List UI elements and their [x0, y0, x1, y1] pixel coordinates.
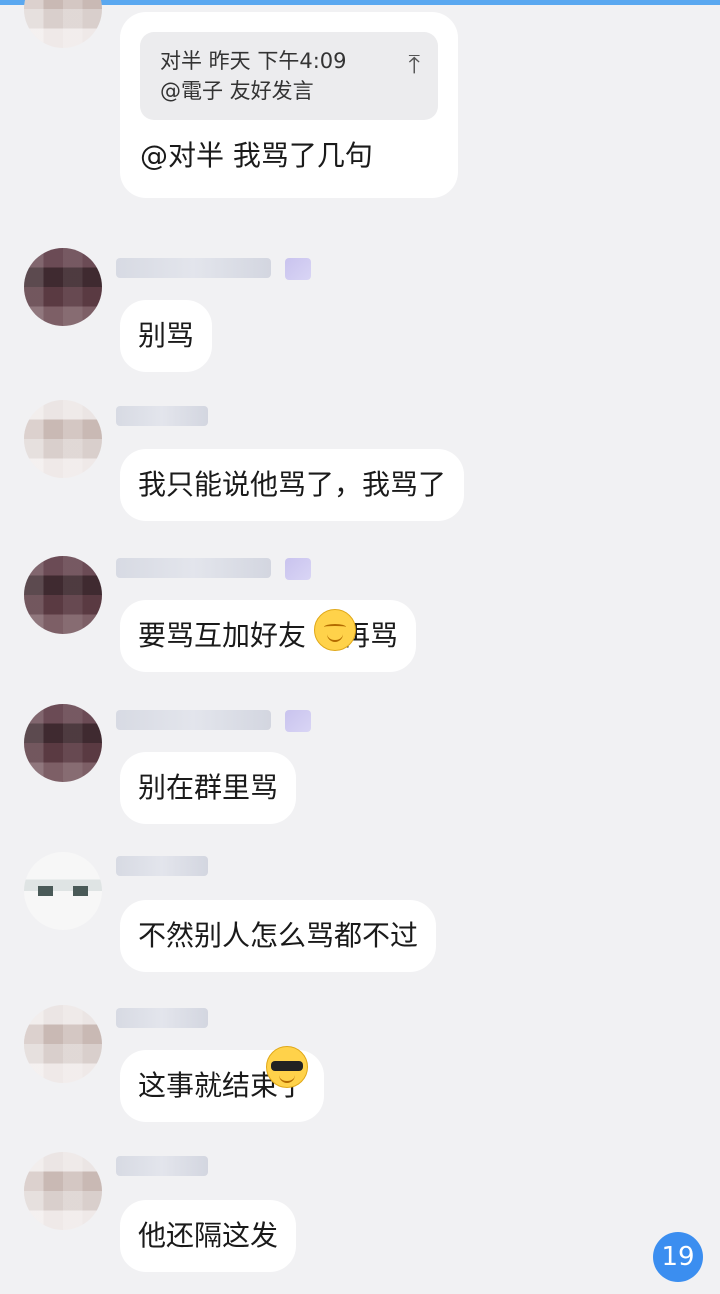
sender-name-blurred — [116, 406, 208, 426]
sunglasses-emoji-icon — [266, 1046, 308, 1088]
message-bubble[interactable]: 不然别人怎么骂都不过 — [120, 900, 437, 972]
sender-name-blurred — [116, 558, 271, 578]
sender-name-blurred — [116, 1008, 208, 1028]
message-bubble[interactable]: 要骂互加好友 再骂 — [120, 600, 417, 672]
sender-name-blurred — [116, 258, 271, 278]
message-bubble[interactable]: 我只能说他骂了，我骂了 — [120, 449, 465, 521]
jump-to-original-icon[interactable]: ⤒ — [409, 50, 421, 80]
message-text: 他还隔这发 — [138, 1219, 279, 1252]
unread-count-badge[interactable]: 19 — [653, 1232, 703, 1282]
message-text: 我只能说他骂了，我骂了 — [138, 468, 447, 501]
smile-emoji-icon — [314, 609, 356, 651]
reply-quoted-text: @電子 友好发言 — [160, 79, 314, 103]
message-text: 要骂互加好友 — [138, 619, 307, 652]
avatar[interactable] — [24, 1005, 102, 1083]
sender-name-blurred — [116, 710, 271, 730]
level-badge-blurred — [285, 258, 311, 280]
avatar[interactable] — [24, 400, 102, 478]
avatar[interactable] — [24, 556, 102, 634]
message-bubble[interactable]: 别骂 — [120, 300, 213, 372]
message-text: @对半 我骂了几句 — [140, 139, 373, 172]
sender-name-blurred — [116, 856, 208, 876]
reply-header: 对半 昨天 下午4:09 — [160, 49, 347, 73]
level-badge-blurred — [285, 558, 311, 580]
message-text: 别骂 — [138, 319, 195, 352]
avatar[interactable] — [24, 248, 102, 326]
avatar[interactable] — [24, 1152, 102, 1230]
level-badge-blurred — [285, 710, 311, 732]
avatar[interactable] — [24, 852, 102, 930]
message-text: 别在群里骂 — [138, 771, 279, 804]
reply-quote[interactable]: 对半 昨天 下午4:09 @電子 友好发言 ⤒ — [140, 32, 438, 120]
sender-name-blurred — [116, 1156, 208, 1176]
message-bubble-reply[interactable]: 对半 昨天 下午4:09 @電子 友好发言 ⤒ @对半 我骂了几句 — [120, 12, 458, 198]
message-bubble[interactable]: 他还隔这发 — [120, 1200, 297, 1272]
message-bubble[interactable]: 别在群里骂 — [120, 752, 297, 824]
avatar[interactable] — [24, 0, 102, 48]
avatar[interactable] — [24, 704, 102, 782]
top-accent-bar — [0, 0, 720, 5]
message-text: 不然别人怎么骂都不过 — [138, 919, 419, 952]
